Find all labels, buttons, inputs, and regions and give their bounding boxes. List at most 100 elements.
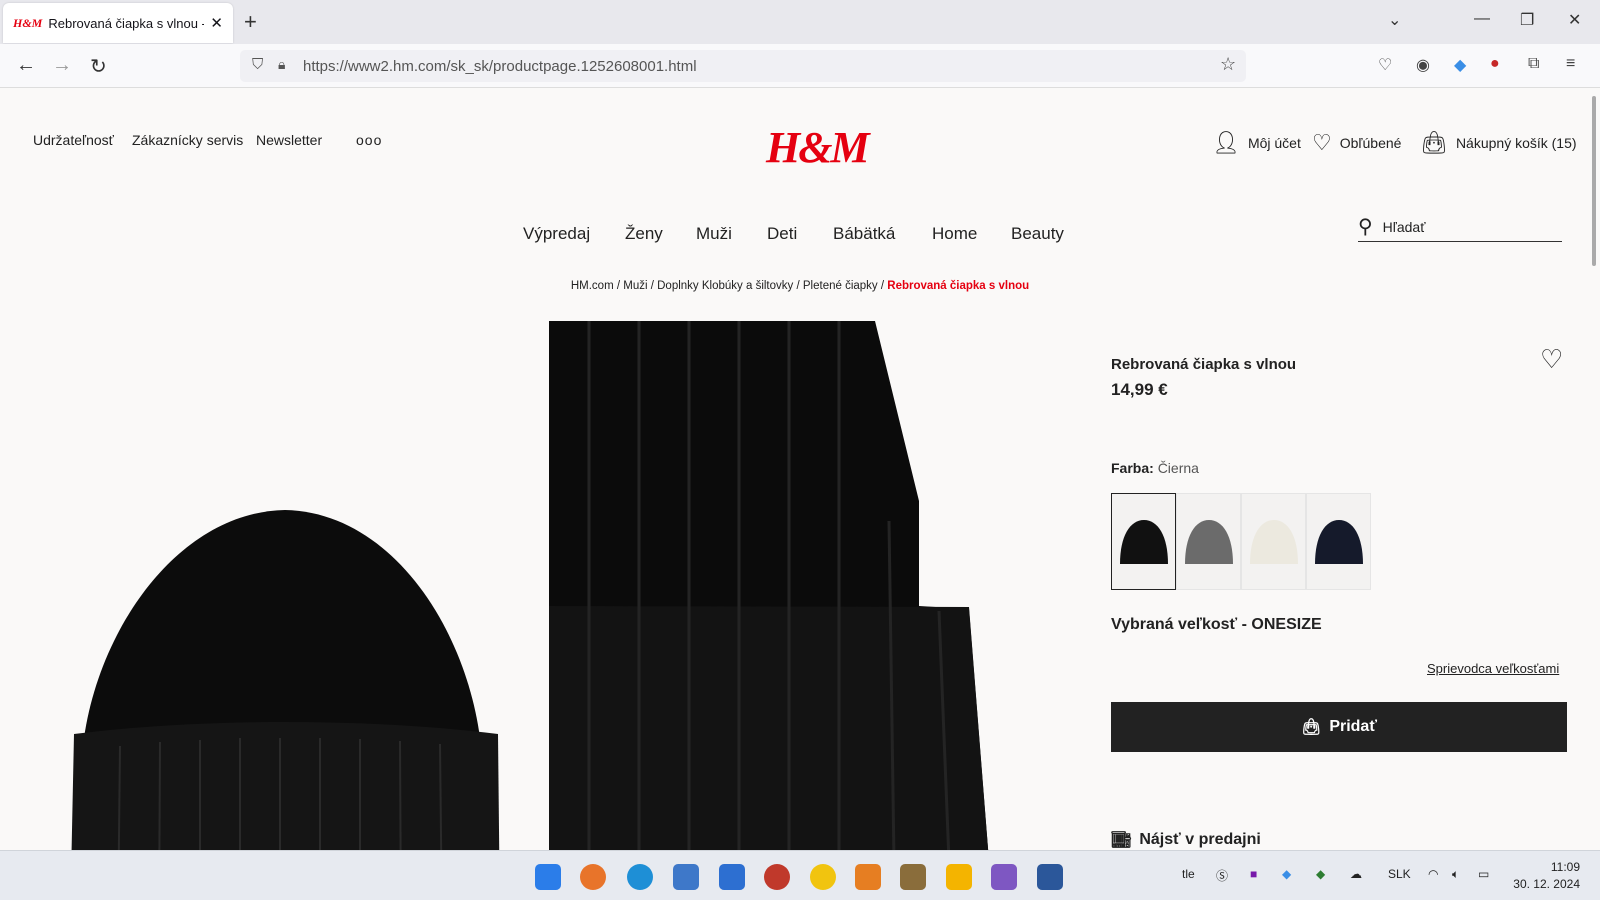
volume-icon[interactable]: 🔈︎ xyxy=(1452,867,1459,882)
link-newsletter[interactable]: Newsletter xyxy=(256,132,322,148)
product-image-beanie[interactable] xyxy=(60,506,510,850)
word-icon[interactable] xyxy=(1037,864,1063,890)
nav-home[interactable]: Home xyxy=(932,224,977,244)
tray-shield-icon[interactable]: ◆ xyxy=(1282,867,1291,881)
app-icon[interactable] xyxy=(900,864,926,890)
wifi-icon[interactable]: ◠ xyxy=(1428,867,1438,881)
favorites-link[interactable]: ♡ Obľúbené xyxy=(1312,130,1401,156)
clock[interactable]: 11:09 30. 12. 2024 xyxy=(1512,859,1580,893)
myhp-icon[interactable] xyxy=(719,864,745,890)
size-guide-link[interactable]: Sprievodca veľkosťami xyxy=(1427,661,1559,676)
pocket-icon[interactable]: ♡ xyxy=(1378,55,1392,75)
hm-favicon-icon: H&M xyxy=(13,15,43,30)
add-button-label: Pridať xyxy=(1329,718,1377,735)
bookmark-star-icon[interactable]: ☆ xyxy=(1220,54,1236,75)
link-sustainability[interactable]: Udržateľnosť xyxy=(33,132,114,148)
tab-title: Rebrovaná čiapka s vlnou - Čierna xyxy=(48,15,204,31)
search-field[interactable]: ⚲ Hľadať xyxy=(1358,212,1562,242)
search-placeholder: Hľadať xyxy=(1382,218,1426,235)
taskbar: tle Ⓢ ■ ◆ ◆ ☁ SLK ◠ 🔈︎ ▭ 11:09 30. 12. 2… xyxy=(0,850,1600,900)
defender-icon[interactable]: ◆ xyxy=(1316,867,1325,881)
link-customer-service[interactable]: Zákaznícky servis xyxy=(132,132,243,148)
back-icon[interactable]: ← xyxy=(16,54,36,77)
cart-label: Nákupný košík (15) xyxy=(1455,135,1577,151)
nav-kids[interactable]: Deti xyxy=(767,224,797,244)
favorites-label: Obľúbené xyxy=(1339,135,1402,151)
extension-shield-icon[interactable]: ◆ xyxy=(1454,55,1466,75)
browser-chrome: H&M Rebrovaná čiapka s vlnou - Čierna ✕ … xyxy=(0,0,1600,88)
swatch-cream[interactable] xyxy=(1241,493,1306,590)
language-indicator[interactable]: SLK xyxy=(1388,867,1411,881)
battery-icon[interactable]: ▭ xyxy=(1478,867,1489,881)
nav-sale[interactable]: Výpredaj xyxy=(523,224,590,244)
app-icon[interactable] xyxy=(764,864,790,890)
restore-icon[interactable]: ❐ xyxy=(1520,10,1534,30)
find-in-store-link[interactable]: 🏬︎ Nájsť v predajni xyxy=(1111,830,1261,850)
account-label: Môj účet xyxy=(1247,135,1301,151)
new-tab-icon[interactable]: + xyxy=(244,9,257,35)
forward-icon[interactable]: → xyxy=(52,54,72,77)
firefox-icon[interactable] xyxy=(580,864,606,890)
add-to-cart-button[interactable]: 👜︎ Pridať xyxy=(1111,702,1567,752)
color-value: Čierna xyxy=(1157,460,1199,476)
scrollbar[interactable] xyxy=(1592,96,1596,266)
nav-beauty[interactable]: Beauty xyxy=(1011,224,1064,244)
adblock-icon[interactable]: ● xyxy=(1490,55,1500,73)
cloud-icon[interactable]: ☁ xyxy=(1350,867,1362,881)
app-icon[interactable] xyxy=(991,864,1017,890)
onenote-icon[interactable]: ■ xyxy=(1250,867,1257,881)
url-text: https://www2.hm.com/sk_sk/productpage.12… xyxy=(303,57,697,75)
menu-icon[interactable]: ≡ xyxy=(1566,55,1575,73)
vlc-icon[interactable] xyxy=(855,864,881,890)
product-page: Udržateľnosť Zákaznícky servis Newslette… xyxy=(0,88,1600,850)
search-icon: ⚲ xyxy=(1358,216,1373,238)
nav-women[interactable]: Ženy xyxy=(625,224,663,244)
tray-text[interactable]: tle xyxy=(1182,867,1195,881)
edge-icon[interactable] xyxy=(627,864,653,890)
skype-icon[interactable]: Ⓢ xyxy=(1216,867,1228,884)
heart-icon: ♡ xyxy=(1312,130,1332,155)
breadcrumb-item[interactable]: HM.com xyxy=(571,280,614,292)
clock-time: 11:09 xyxy=(1550,860,1580,874)
hm-logo[interactable]: H&M xyxy=(766,122,870,173)
file-explorer-icon[interactable] xyxy=(946,864,972,890)
shopping-bag-icon: 👜︎ xyxy=(1420,130,1448,155)
start-icon[interactable] xyxy=(535,864,561,890)
more-menu-icon[interactable]: ooo xyxy=(356,132,382,148)
lock-icon[interactable]: 🔒︎ xyxy=(278,56,285,73)
close-tab-icon[interactable]: ✕ xyxy=(210,14,223,32)
swatch-black[interactable] xyxy=(1111,493,1176,590)
reload-icon[interactable]: ↻ xyxy=(90,54,107,79)
product-title: Rebrovaná čiapka s vlnou xyxy=(1111,356,1297,373)
extensions-puzzle-icon[interactable]: ⧉ xyxy=(1528,55,1539,73)
shield-icon[interactable]: ⛉ xyxy=(252,56,263,73)
breadcrumb-item[interactable]: Pletené čiapky xyxy=(803,280,878,292)
browser-tab[interactable]: H&M Rebrovaná čiapka s vlnou - Čierna ✕ xyxy=(3,3,233,43)
nav-toolbar: ← → ↻ ⛉ 🔒︎ https://www2.hm.com/sk_sk/pro… xyxy=(0,44,1600,88)
breadcrumb-item[interactable]: Muži xyxy=(623,280,647,292)
url-bar[interactable]: ⛉ 🔒︎ https://www2.hm.com/sk_sk/productpa… xyxy=(240,50,1246,82)
clock-date: 30. 12. 2024 xyxy=(1513,877,1580,891)
breadcrumb-item[interactable]: Doplnky Klobúky a šiltovky xyxy=(657,280,793,292)
app-icon[interactable] xyxy=(810,864,836,890)
minimize-icon[interactable]: — xyxy=(1474,10,1490,28)
swatch-grey[interactable] xyxy=(1176,493,1241,590)
color-label: Farba: Čierna xyxy=(1111,460,1199,476)
cart-link[interactable]: 👜︎ Nákupný košík (15) xyxy=(1420,130,1577,156)
selected-size: Vybraná veľkosť - ONESIZE xyxy=(1111,616,1322,633)
breadcrumb-current: Rebrovaná čiapka s vlnou xyxy=(887,280,1030,292)
tab-list-icon[interactable]: ⌄ xyxy=(1388,10,1401,30)
nav-baby[interactable]: Bábätká xyxy=(833,224,895,244)
favorite-heart-icon[interactable]: ♡ xyxy=(1540,344,1563,375)
close-window-icon[interactable]: ✕ xyxy=(1568,10,1581,30)
tab-bar: H&M Rebrovaná čiapka s vlnou - Čierna ✕ … xyxy=(0,0,1600,44)
nav-men[interactable]: Muži xyxy=(696,224,732,244)
swatch-navy[interactable] xyxy=(1306,493,1371,590)
store-app-icon[interactable] xyxy=(673,864,699,890)
product-price: 14,99 € xyxy=(1111,380,1168,399)
color-label-key: Farba: xyxy=(1111,460,1154,476)
store-icon: 🏬︎ xyxy=(1111,832,1132,849)
profile-icon[interactable]: ◉ xyxy=(1416,55,1430,75)
product-image-closeup[interactable] xyxy=(549,321,1049,850)
account-link[interactable]: 👤︎ Môj účet xyxy=(1212,130,1301,156)
